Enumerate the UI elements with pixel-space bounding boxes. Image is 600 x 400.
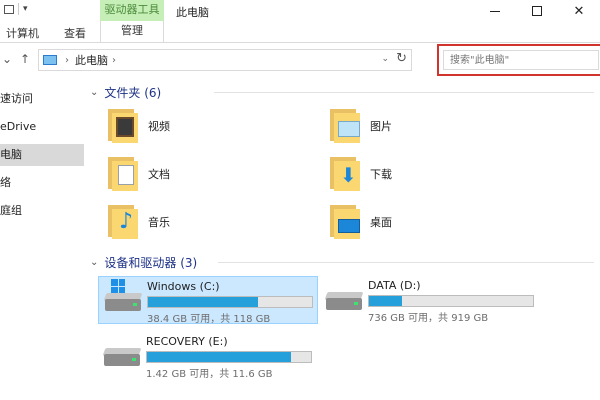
drive-usage-bar — [368, 295, 534, 307]
collapse-chevron-icon[interactable]: ⌄ — [90, 87, 98, 98]
nav-this-pc[interactable]: 电脑 — [0, 144, 84, 166]
drive-c[interactable]: Windows (C:) 38.4 GB 可用，共 118 GB — [98, 276, 318, 325]
folders-group-header[interactable]: ⌄ 文件夹 (6) — [90, 84, 600, 101]
folder-name: 视频 — [148, 120, 170, 133]
drive-name: RECOVERY (E:) — [146, 335, 228, 348]
breadcrumb-chevron-icon[interactable]: › — [112, 55, 116, 66]
up-arrow-icon[interactable]: ↑ — [20, 52, 30, 66]
minimize-icon — [490, 10, 500, 12]
drive-d[interactable]: DATA (D:) 736 GB 可用，共 919 GB — [320, 276, 540, 324]
address-row: ⌄ ↑ › 此电脑 › ⌄ ↻ — [0, 43, 600, 77]
folder-documents[interactable]: 文档 — [108, 157, 170, 191]
drives-group-title: 设备和驱动器 (3) — [104, 256, 198, 270]
folder-name: 音乐 — [148, 216, 170, 229]
breadcrumb-separator-icon[interactable]: › — [65, 55, 69, 66]
recent-locations-icon[interactable]: ⌄ — [2, 52, 12, 66]
close-button[interactable]: ✕ — [558, 0, 600, 22]
drives-group-header[interactable]: ⌄ 设备和驱动器 (3) — [90, 254, 600, 271]
nav-network[interactable]: 络 — [0, 172, 84, 194]
address-bar[interactable]: › 此电脑 › ⌄ ↻ — [38, 49, 412, 71]
nav-quick-access[interactable]: 速访问 — [0, 88, 84, 110]
desktop-folder-icon — [330, 205, 360, 239]
navigation-pane: 速访问 eDrive 电脑 络 庭组 — [0, 77, 84, 400]
drive-capacity: 1.42 GB 可用，共 11.6 GB — [146, 369, 273, 380]
windows-logo-icon — [111, 279, 125, 293]
drive-tools-context-tab: 驱动器工具 — [100, 0, 164, 22]
drive-e[interactable]: RECOVERY (E:) 1.42 GB 可用，共 11.6 GB — [98, 332, 318, 380]
downloads-folder-icon: ⬇ — [330, 157, 360, 191]
folder-name: 图片 — [370, 120, 392, 133]
search-input[interactable] — [443, 50, 599, 70]
drive-usage-fill — [147, 352, 292, 362]
folder-videos[interactable]: 视频 — [108, 109, 170, 143]
hard-drive-icon — [324, 292, 364, 310]
address-dropdown-icon[interactable]: ⌄ — [381, 54, 389, 64]
minimize-button[interactable] — [474, 0, 516, 22]
quick-access-toolbar: ▾ — [0, 3, 28, 15]
quick-access-dropdown[interactable]: ▾ — [23, 4, 28, 14]
folder-name: 下载 — [370, 168, 392, 181]
drive-usage-fill — [148, 297, 258, 307]
title-bar: ▾ 驱动器工具 此电脑 ✕ — [0, 0, 600, 22]
pictures-folder-icon — [330, 109, 360, 143]
folder-music[interactable]: ♪ 音乐 — [108, 205, 170, 239]
folder-name: 文档 — [148, 168, 170, 181]
refresh-icon[interactable]: ↻ — [396, 51, 407, 66]
properties-icon[interactable] — [4, 4, 14, 14]
nav-homegroup[interactable]: 庭组 — [0, 200, 84, 222]
breadcrumb-this-pc[interactable]: 此电脑 — [75, 52, 108, 68]
drive-name: DATA (D:) — [368, 279, 421, 292]
search-box-highlight — [437, 44, 600, 76]
group-divider — [218, 262, 594, 263]
maximize-button[interactable] — [516, 0, 558, 22]
drive-usage-bar — [147, 296, 313, 308]
folder-pictures[interactable]: 图片 — [330, 109, 392, 143]
folder-name: 桌面 — [370, 216, 392, 229]
video-folder-icon — [108, 109, 138, 143]
hard-drive-icon — [102, 348, 142, 366]
group-divider — [214, 92, 594, 93]
content-pane: ⌄ 文件夹 (6) 视频 图片 文档 ⬇ 下载 ♪ 音乐 桌面 ⌄ 设备和驱动器… — [84, 77, 600, 400]
window-title: 此电脑 — [176, 6, 209, 19]
folders-group-title: 文件夹 (6) — [104, 86, 162, 100]
drive-usage-fill — [369, 296, 402, 306]
toolbar-separator — [18, 3, 19, 15]
tab-manage[interactable]: 管理 — [100, 21, 164, 42]
tab-computer[interactable]: 计算机 — [6, 25, 39, 41]
music-folder-icon: ♪ — [108, 205, 138, 239]
computer-icon — [43, 55, 57, 65]
drive-capacity: 38.4 GB 可用，共 118 GB — [147, 314, 271, 325]
ribbon-tabs: 计算机 查看 管理 — [0, 21, 600, 43]
tab-view[interactable]: 查看 — [64, 25, 86, 41]
drive-capacity: 736 GB 可用，共 919 GB — [368, 313, 489, 324]
window-controls: ✕ — [474, 0, 600, 22]
drive-usage-bar — [146, 351, 312, 363]
maximize-icon — [532, 6, 542, 16]
nav-onedrive[interactable]: eDrive — [0, 116, 84, 138]
folder-desktop[interactable]: 桌面 — [330, 205, 392, 239]
collapse-chevron-icon[interactable]: ⌄ — [90, 257, 98, 268]
documents-folder-icon — [108, 157, 138, 191]
folder-downloads[interactable]: ⬇ 下载 — [330, 157, 392, 191]
hard-drive-icon — [103, 279, 143, 311]
close-icon: ✕ — [573, 3, 585, 19]
drive-name: Windows (C:) — [147, 280, 220, 293]
